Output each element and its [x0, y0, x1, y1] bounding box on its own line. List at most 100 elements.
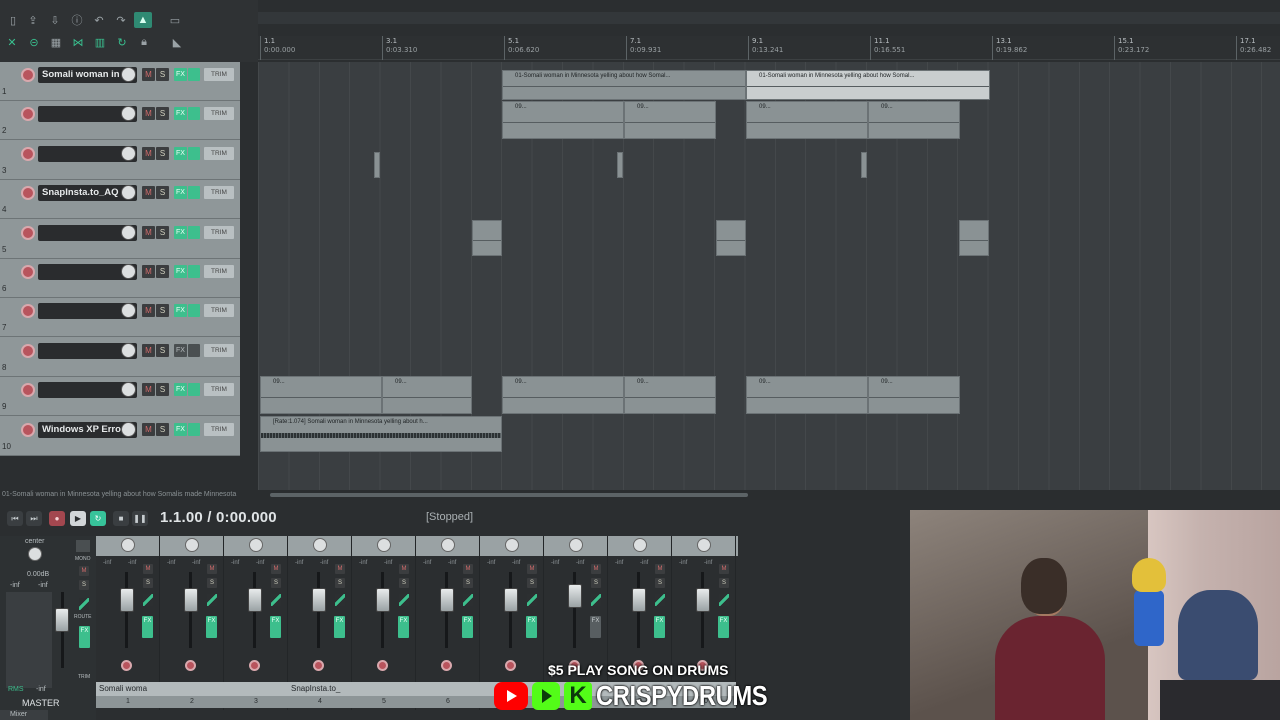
save-project-icon[interactable]: ⇩ [46, 12, 64, 28]
media-item[interactable] [861, 152, 867, 178]
track-row[interactable]: 7 M S FX TRIM [0, 298, 240, 338]
io-button[interactable] [188, 146, 200, 160]
solo-button[interactable]: S [156, 383, 169, 397]
timeline-ruler[interactable]: 1.1 0:00.000 3.1 0:03.310 5.1 0:06.620 7.1 0:09… [258, 36, 1280, 60]
envelope-icon[interactable] [527, 594, 537, 606]
volume-fader[interactable] [184, 588, 198, 612]
solo-button[interactable]: S [335, 578, 345, 588]
pan-knob[interactable] [377, 538, 391, 552]
mute-button[interactable]: M [142, 68, 155, 81]
envelope-icon[interactable] [719, 594, 729, 606]
media-item[interactable] [959, 220, 989, 256]
solo-button[interactable]: S [719, 578, 729, 588]
envelope-icon[interactable] [399, 594, 409, 606]
volume-fader[interactable] [504, 588, 518, 612]
track-row[interactable]: 3 M S FX TRIM [0, 141, 240, 180]
mute-button[interactable]: M [527, 564, 537, 574]
automation-trim-button[interactable]: TRIM [204, 68, 234, 81]
pan-knob[interactable] [569, 538, 583, 552]
fx-button[interactable]: FX [174, 343, 187, 357]
record-arm-button[interactable] [21, 107, 35, 122]
automation-trim-button[interactable]: TRIM [204, 225, 234, 239]
master-pan-knob[interactable] [28, 547, 42, 561]
fx-button[interactable]: FX [174, 265, 187, 278]
io-button[interactable] [188, 265, 200, 278]
automation-trim-button[interactable]: TRIM [204, 383, 234, 397]
track-row[interactable]: 4 SnapInsta.to_AQ M S FX TRIM [0, 180, 240, 220]
record-arm-button[interactable] [185, 660, 196, 671]
strip-name[interactable] [352, 682, 416, 696]
snap-grid-icon[interactable]: ✕ [3, 34, 21, 50]
mute-button[interactable]: M [463, 564, 473, 574]
media-item[interactable] [472, 220, 502, 256]
record-arm-button[interactable] [121, 660, 132, 671]
envelope-icon[interactable] [271, 594, 281, 606]
mixer-tab[interactable]: Mixer [0, 710, 48, 720]
window-toggle-icon[interactable]: ▭ [166, 12, 184, 28]
media-item[interactable]: 09... [624, 376, 716, 414]
solo-button[interactable]: S [156, 265, 169, 278]
volume-knob[interactable] [121, 145, 136, 161]
pause-button[interactable]: ❚❚ [132, 511, 148, 526]
mute-button[interactable]: M [142, 265, 155, 278]
grid-icon[interactable]: ▥ [91, 34, 109, 50]
media-item[interactable]: 09... [624, 101, 716, 139]
mute-button[interactable]: M [142, 107, 155, 121]
pan-knob[interactable] [185, 538, 199, 552]
media-item[interactable]: 09... [382, 376, 472, 414]
solo-button[interactable]: S [156, 186, 169, 200]
record-arm-button[interactable] [441, 660, 452, 671]
volume-knob[interactable] [121, 421, 136, 437]
track-row[interactable]: 6 M S FX TRIM [0, 259, 240, 298]
volume-fader[interactable] [440, 588, 454, 612]
master-fx-button[interactable]: FX [79, 626, 90, 648]
master-mono-label[interactable]: MONO [75, 556, 91, 562]
volume-fader[interactable] [376, 588, 390, 612]
volume-fader[interactable] [632, 588, 646, 612]
mute-button[interactable]: M [142, 343, 155, 357]
solo-button[interactable]: S [156, 422, 169, 436]
media-item[interactable]: 09... [502, 376, 624, 414]
arrange-view[interactable]: 01-Somali woman in Minnesota yelling abo… [258, 62, 1280, 490]
fx-button[interactable]: FX [174, 146, 187, 160]
fx-button[interactable]: FX [462, 616, 473, 638]
solo-button[interactable]: S [156, 343, 169, 357]
envelope-tool-icon[interactable]: ◣ [168, 34, 186, 50]
record-arm-button[interactable] [21, 186, 35, 201]
solo-button[interactable]: S [156, 107, 169, 121]
media-item[interactable] [716, 220, 746, 256]
pan-knob[interactable] [633, 538, 647, 552]
volume-fader[interactable] [312, 588, 326, 612]
fx-button[interactable]: FX [142, 616, 153, 638]
record-button[interactable]: ● [49, 511, 65, 526]
fx-button[interactable]: FX [526, 616, 537, 638]
horizontal-scrollbar[interactable]: 01-Somali woman in Minnesota yelling abo… [0, 490, 1280, 500]
automation-trim-button[interactable]: TRIM [204, 107, 234, 121]
envelope-icon[interactable] [591, 594, 601, 606]
fx-button[interactable]: FX [174, 225, 187, 239]
fx-button[interactable]: FX [398, 616, 409, 638]
region-strip[interactable] [258, 12, 1280, 24]
master-route-icon[interactable] [76, 540, 90, 552]
auto-crossfade-icon[interactable]: ⋈ [69, 34, 87, 50]
mute-button[interactable]: M [142, 304, 155, 318]
fx-button[interactable]: FX [174, 186, 187, 200]
strip-name[interactable]: Somali woma [96, 682, 160, 696]
mute-button[interactable]: M [142, 146, 155, 160]
io-button[interactable] [188, 107, 200, 121]
master-env-icon[interactable] [79, 598, 89, 610]
mute-button[interactable]: M [271, 564, 281, 574]
record-arm-button[interactable] [21, 304, 35, 319]
media-item[interactable]: 09... [868, 101, 960, 139]
media-item[interactable] [374, 152, 380, 178]
mute-button[interactable]: M [142, 422, 155, 436]
automation-trim-button[interactable]: TRIM [204, 343, 234, 357]
mute-button[interactable]: M [143, 564, 153, 574]
mute-button[interactable]: M [142, 225, 155, 239]
mute-button[interactable]: M [591, 564, 601, 574]
grouping-icon[interactable]: ▦ [47, 34, 65, 50]
volume-fader[interactable] [696, 588, 710, 612]
io-button[interactable] [188, 383, 200, 397]
open-project-icon[interactable]: ⇪ [24, 12, 42, 28]
stop-button[interactable]: ■ [113, 511, 129, 526]
